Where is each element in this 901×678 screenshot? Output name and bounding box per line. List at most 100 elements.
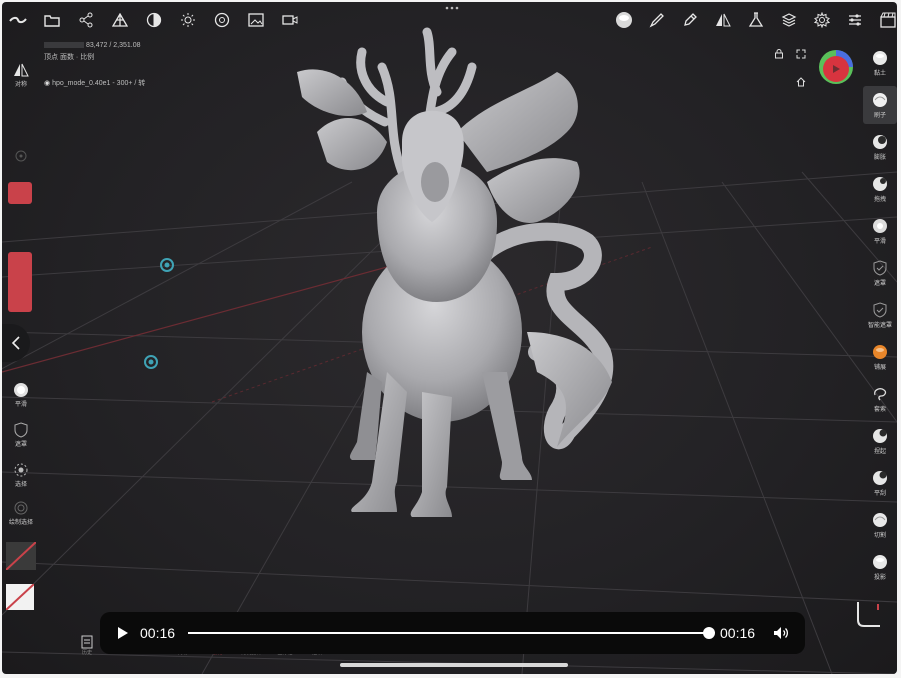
image-icon[interactable] — [244, 8, 268, 32]
flatten-brush-icon — [873, 470, 887, 485]
left-tool-label: 选择 — [14, 482, 27, 488]
screenshot-frame: 83,472 / 2,351.08 顶点 面数 · 比例 ◉ hpo_mode_… — [0, 0, 901, 678]
symmetry-tool[interactable]: 对称 — [4, 62, 38, 88]
lighting-sun-icon[interactable] — [176, 8, 200, 32]
play-button[interactable] — [114, 624, 132, 642]
info-bar — [44, 42, 84, 48]
symmetry-tool-label: 对称 — [14, 82, 27, 88]
paint-select-icon — [14, 501, 28, 515]
material-sphere-icon[interactable] — [142, 8, 166, 32]
sliders-icon[interactable] — [843, 8, 867, 32]
brush-label: 刷子 — [873, 112, 886, 119]
qilin-sculpt-model[interactable] — [257, 12, 637, 532]
pencil-icon[interactable] — [678, 8, 702, 32]
viewport-controls — [772, 47, 812, 92]
standard-brush-icon — [873, 92, 887, 107]
right-sidebar-brushes: 黏土 刷子 膨胀 拖拽 平滑 遮罩 智能遮罩 铺展 套索 捏起 平刮 切割 投影 — [863, 42, 897, 622]
brush-label: 投影 — [873, 574, 886, 581]
lock-icon[interactable] — [772, 47, 786, 61]
mesh-name-text: hpo_mode_0.40e1 — [52, 80, 111, 87]
gear-icon[interactable] — [810, 8, 834, 32]
volume-button[interactable] — [772, 624, 790, 642]
fullscreen-icon[interactable] — [794, 47, 808, 61]
brush-label: 捏起 — [873, 448, 886, 455]
brush-spread[interactable]: 铺展 — [863, 338, 897, 376]
video-player-controls: 00:16 00:16 — [100, 612, 805, 654]
stats-label: 顶点 面数 · 比例 — [44, 54, 95, 61]
brush-label: 膨胀 — [873, 154, 886, 161]
progress-thumb[interactable] — [703, 627, 715, 639]
drag-brush-icon — [873, 176, 887, 191]
folder-icon[interactable] — [40, 8, 64, 32]
current-time: 00:16 — [140, 625, 176, 641]
left-tool-select[interactable]: 选择 — [4, 462, 38, 488]
symmetry-icon[interactable] — [711, 8, 735, 32]
brush-smart-mask[interactable]: 智能遮罩 — [863, 296, 897, 334]
layers-icon[interactable] — [777, 8, 801, 32]
play-icon — [118, 627, 128, 639]
progress-fill — [188, 632, 708, 634]
left-tool-label: 绘制选择 — [8, 520, 33, 526]
dim-target-icon[interactable] — [4, 150, 38, 162]
brush-cut[interactable]: 切割 — [863, 506, 897, 544]
clay-brush-icon — [873, 50, 887, 65]
color-swatch-icon[interactable] — [6, 542, 36, 570]
brush-label: 拖拽 — [873, 196, 886, 203]
brush-intensity-slider[interactable] — [8, 252, 32, 312]
brush-label: 切割 — [873, 532, 886, 539]
brush-flatten[interactable]: 平刮 — [863, 464, 897, 502]
select-gear-icon — [14, 463, 28, 477]
brush-sphere-icon[interactable] — [612, 8, 636, 32]
mask-shield-icon — [873, 259, 887, 276]
chevron-left-icon — [11, 336, 20, 350]
bottom-tool-history[interactable]: 历史 — [72, 626, 102, 656]
video-record-icon[interactable] — [278, 8, 302, 32]
brush-label: 铺展 — [873, 364, 886, 371]
brush-label: 智能遮罩 — [867, 322, 892, 329]
total-time: 00:16 — [720, 625, 756, 641]
home-indicator[interactable] — [340, 663, 568, 667]
mesh-pyramid-icon[interactable] — [108, 8, 132, 32]
drag-handle-icon[interactable] — [445, 6, 459, 10]
scene-info-panel: 83,472 / 2,351.08 顶点 面数 · 比例 ◉ hpo_mode_… — [44, 42, 244, 92]
history-icon — [81, 635, 93, 649]
brush-label: 遮罩 — [873, 280, 886, 287]
brush-smooth[interactable]: 平滑 — [863, 212, 897, 250]
clapperboard-icon[interactable] — [876, 8, 897, 32]
volume-icon — [774, 627, 789, 639]
corner-handle-icon[interactable] — [854, 600, 884, 630]
inflate-brush-icon — [873, 134, 887, 149]
home-view-icon[interactable] — [794, 75, 808, 89]
orange-brush-icon — [873, 344, 887, 359]
brush-label: 平滑 — [873, 238, 886, 245]
left-tool-label: 遮罩 — [14, 442, 27, 448]
left-tool-mask[interactable]: 遮罩 — [4, 422, 38, 448]
left-tool-label: 平滑 — [14, 402, 27, 408]
share-nodes-icon[interactable] — [74, 8, 98, 32]
brush-drag[interactable]: 拖拽 — [863, 170, 897, 208]
brush-brush[interactable]: 刷子 — [863, 86, 897, 124]
brush-pinch[interactable]: 捏起 — [863, 422, 897, 460]
mesh-name[interactable]: ◉ hpo_mode_0.40e1 - 300+ / 转 — [44, 78, 145, 88]
camera-settings-icon[interactable] — [210, 8, 234, 32]
pen-icon[interactable] — [645, 8, 669, 32]
scene-menu-icon[interactable] — [6, 8, 30, 32]
orientation-gizmo-icon[interactable] — [817, 48, 855, 86]
brush-label: 套索 — [873, 406, 886, 413]
no-material-icon[interactable] — [6, 584, 34, 610]
brush-project[interactable]: 投影 — [863, 548, 897, 586]
progress-bar[interactable] — [188, 632, 708, 634]
brush-mask[interactable]: 遮罩 — [863, 254, 897, 292]
bottom-tool-label: 历史 — [81, 650, 92, 656]
brush-clay[interactable]: 黏土 — [863, 44, 897, 82]
top-toolbar-left — [2, 2, 312, 38]
brush-size-slider[interactable] — [8, 182, 32, 204]
cut-brush-icon — [873, 512, 887, 527]
symmetry-tool-icon — [14, 63, 29, 77]
left-tool-smooth[interactable]: 平滑 — [4, 382, 38, 408]
lasso-icon — [874, 387, 887, 400]
brush-lasso[interactable]: 套索 — [863, 380, 897, 418]
brush-inflate[interactable]: 膨胀 — [863, 128, 897, 166]
flask-icon[interactable] — [744, 8, 768, 32]
left-tool-paint-select[interactable]: 绘制选择 — [4, 500, 38, 526]
